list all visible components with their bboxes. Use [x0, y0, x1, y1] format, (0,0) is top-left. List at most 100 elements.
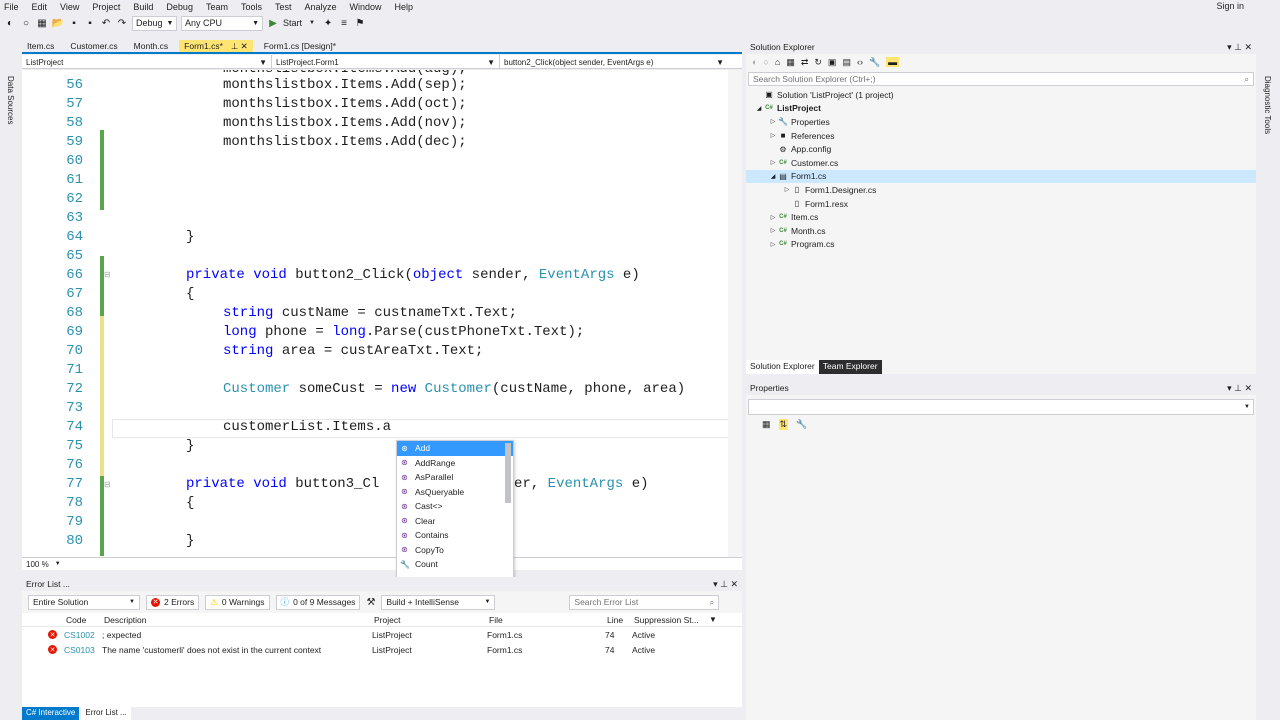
- filter-icon[interactable]: ⚒: [366, 597, 375, 608]
- table-row[interactable]: ✕ CS1002; expected ListProject Form1.cs 74 Ac…: [22, 627, 742, 642]
- tree-item[interactable]: ▷ 🔧 Properties: [746, 115, 1256, 129]
- collapse-icon[interactable]: ⊟: [104, 270, 111, 279]
- menu-tools[interactable]: Tools: [241, 2, 262, 12]
- tree-item[interactable]: ◢ C# ListProject: [746, 102, 1256, 116]
- forward-icon[interactable]: ○: [20, 17, 32, 29]
- tree-item[interactable]: ▯ Form1.resx: [746, 197, 1256, 211]
- save-icon[interactable]: ▪: [68, 17, 80, 29]
- alphabetical-icon[interactable]: ⇅: [778, 419, 789, 430]
- menu-view[interactable]: View: [60, 2, 79, 12]
- dropdown-icon[interactable]: ▼: [306, 17, 318, 29]
- bookmark-icon[interactable]: ⚑: [354, 17, 366, 29]
- close-tab-icon[interactable]: ⊥ ✕: [231, 41, 248, 51]
- menu-debug[interactable]: Debug: [166, 2, 193, 12]
- preview-icon[interactable]: ▬: [886, 57, 900, 67]
- comment-icon[interactable]: ≡: [338, 17, 350, 29]
- home-icon[interactable]: ⌂: [775, 57, 780, 67]
- open-icon[interactable]: 📂: [52, 17, 64, 29]
- column-header[interactable]: Code: [66, 615, 104, 625]
- menu-team[interactable]: Team: [206, 2, 228, 12]
- tree-item[interactable]: ▷ C# Program.cs: [746, 238, 1256, 252]
- intellisense-item[interactable]: ⊛ AddRange: [397, 456, 513, 471]
- menu-file[interactable]: File: [4, 2, 19, 12]
- column-header[interactable]: Line: [607, 615, 634, 625]
- refresh-icon[interactable]: ↻: [814, 57, 822, 68]
- tree-item[interactable]: ▣ Solution 'ListProject' (1 project): [746, 88, 1256, 102]
- switch-views-icon[interactable]: ▦: [786, 57, 795, 68]
- column-header[interactable]: Project: [374, 615, 489, 625]
- column-header[interactable]: File: [489, 615, 607, 625]
- filter-icon[interactable]: ▼: [709, 615, 717, 624]
- menu-project[interactable]: Project: [92, 2, 120, 12]
- tab-customer-cs[interactable]: Customer.cs: [65, 40, 122, 52]
- menu-help[interactable]: Help: [395, 2, 414, 12]
- diagnostic-tools-tab[interactable]: Diagnostic Tools: [1263, 76, 1272, 134]
- expander-icon[interactable]: ▷: [768, 241, 778, 248]
- forward-icon[interactable]: ○: [763, 57, 768, 67]
- undo-icon[interactable]: ↶: [100, 17, 112, 29]
- expander-icon[interactable]: ▷: [768, 159, 778, 166]
- menu-window[interactable]: Window: [350, 2, 382, 12]
- start-icon[interactable]: ▶: [267, 17, 279, 29]
- expander-icon[interactable]: ▷: [768, 214, 778, 221]
- tool-icon[interactable]: ✦: [322, 17, 334, 29]
- tree-item[interactable]: ⚙ App.config: [746, 142, 1256, 156]
- tab-month-cs[interactable]: Month.cs: [129, 40, 174, 52]
- intellisense-scrollbar[interactable]: [505, 443, 511, 503]
- new-project-icon[interactable]: ▦: [36, 17, 48, 29]
- data-sources-tab[interactable]: Data Sources: [6, 76, 15, 124]
- platform-select[interactable]: Any CPU ▼: [181, 15, 263, 31]
- pin-close-icons[interactable]: ▾ ⊥ ✕: [713, 579, 738, 590]
- categorized-icon[interactable]: ▦: [762, 419, 771, 430]
- expander-icon[interactable]: ▷: [782, 186, 792, 193]
- view-code-icon[interactable]: ‹›: [857, 57, 863, 67]
- tree-item[interactable]: ▷ C# Customer.cs: [746, 156, 1256, 170]
- editor-scrollbar[interactable]: [728, 70, 742, 557]
- build-dropdown[interactable]: Build + IntelliSense ▼: [381, 594, 496, 610]
- expander-icon[interactable]: ◢: [768, 173, 778, 180]
- messages-filter-button[interactable]: ⓘ 0 of 9 Messages: [275, 594, 361, 610]
- tab-form1-cs-design-[interactable]: Form1.cs [Design]*: [259, 40, 341, 52]
- column-header[interactable]: Suppression St...: [634, 615, 709, 625]
- redo-icon[interactable]: ↷: [116, 17, 128, 29]
- show-all-files-icon[interactable]: ▤: [842, 57, 851, 68]
- collapse-all-icon[interactable]: ▣: [828, 57, 837, 68]
- expander-icon[interactable]: ◢: [754, 105, 764, 112]
- project-dropdown[interactable]: ListProject ▼: [22, 55, 272, 69]
- back-icon[interactable]: ◐: [4, 17, 16, 29]
- intellisense-item[interactable]: ⊛ AsQueryable: [397, 485, 513, 500]
- config-select[interactable]: Debug ▼: [132, 15, 177, 31]
- intellisense-item[interactable]: ⊛ Clear: [397, 514, 513, 529]
- member-dropdown[interactable]: button2_Click(object sender, EventArgs e…: [500, 55, 728, 69]
- menu-edit[interactable]: Edit: [32, 2, 48, 12]
- table-row[interactable]: ✕ CS0103 The name 'customerli' does not ex…: [22, 642, 742, 657]
- sign-in-link[interactable]: Sign in: [1216, 1, 1244, 11]
- tab-form1-cs-[interactable]: Form1.cs* ⊥ ✕: [179, 40, 253, 52]
- tree-item[interactable]: ▷ ▯ Form1.Designer.cs: [746, 183, 1256, 197]
- save-all-icon[interactable]: ▪: [84, 17, 96, 29]
- tab-csharp-interactive[interactable]: C# Interactive: [22, 707, 80, 720]
- scope-dropdown[interactable]: Entire Solution ▼: [28, 594, 140, 610]
- cell-code[interactable]: CS1002: [64, 630, 102, 640]
- intellisense-item[interactable]: 🔧 Count: [397, 557, 513, 572]
- wrench-icon[interactable]: 🔧: [796, 419, 807, 430]
- intellisense-item[interactable]: ⊛ Add: [397, 441, 513, 456]
- class-dropdown[interactable]: ListProject.Form1 ▼: [272, 55, 500, 69]
- expander-icon[interactable]: ▷: [768, 118, 778, 125]
- object-selector[interactable]: ▼: [748, 399, 1254, 415]
- expander-icon[interactable]: ▷: [768, 132, 778, 139]
- intellisense-item[interactable]: ⊛ Cast<>: [397, 499, 513, 514]
- tab-team-explorer[interactable]: Team Explorer: [818, 360, 882, 374]
- tab-solution-explorer[interactable]: Solution Explorer: [746, 360, 819, 374]
- menu-analyze[interactable]: Analyze: [305, 2, 337, 12]
- warnings-filter-button[interactable]: ⚠ 0 Warnings: [205, 594, 270, 610]
- menu-test[interactable]: Test: [275, 2, 292, 12]
- errors-filter-button[interactable]: ✕ 2 Errors: [146, 594, 200, 610]
- tree-item[interactable]: ▷ C# Month.cs: [746, 224, 1256, 238]
- column-header[interactable]: Description: [104, 615, 374, 625]
- menu-build[interactable]: Build: [133, 2, 153, 12]
- start-button[interactable]: Start: [283, 18, 302, 28]
- zoom-level[interactable]: 100 %: [26, 560, 49, 569]
- cell-code[interactable]: CS0103: [64, 645, 102, 655]
- back-icon[interactable]: ◐: [752, 57, 757, 67]
